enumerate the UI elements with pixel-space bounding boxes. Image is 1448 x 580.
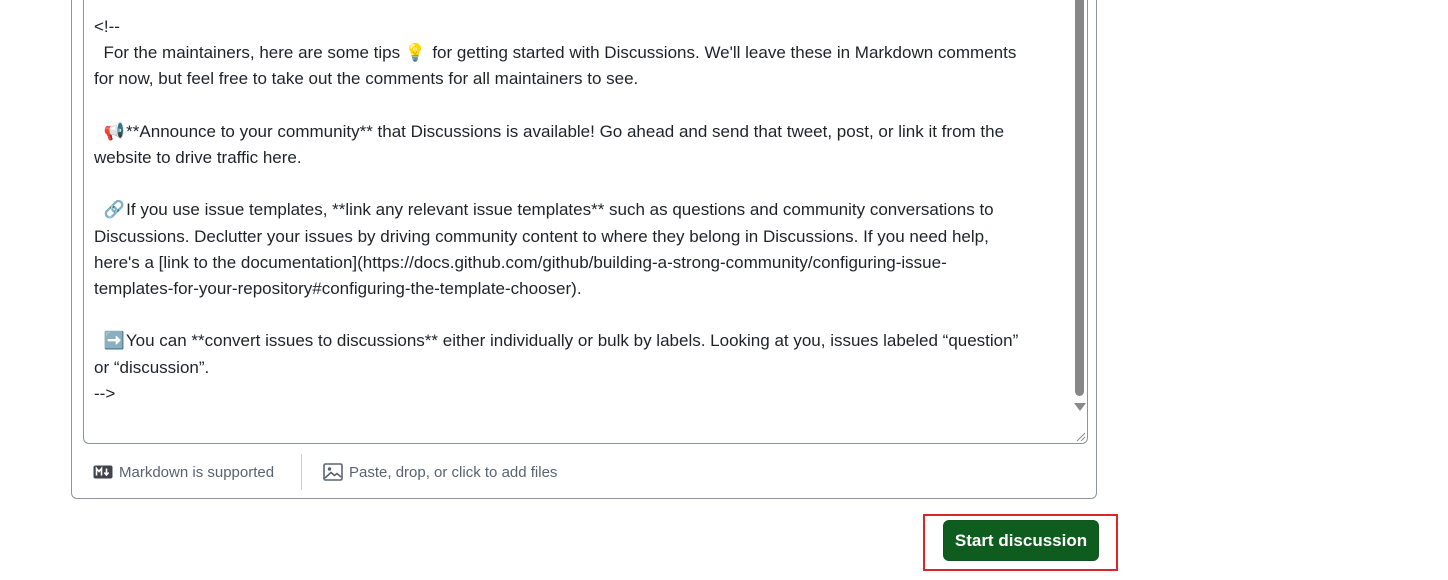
editor-line: --> (94, 381, 1054, 407)
editor-line-text: <!-- (94, 17, 120, 36)
add-files-button[interactable]: Paste, drop, or click to add files (323, 454, 557, 490)
editor-line-text: for now, but feel free to take out the c… (94, 69, 639, 89)
editor-line: For the maintainers, here are some tips … (94, 40, 1054, 66)
editor-line: or “discussion”. (94, 355, 1054, 381)
editor-line-text: Discussions. Declutter your issues by dr… (94, 226, 989, 246)
editor-line (94, 93, 1054, 119)
editor-line-text: If you use issue templates, **link any r… (121, 200, 994, 220)
editor-line-text: or “discussion”. (94, 357, 210, 377)
editor-line-text: --> (94, 383, 116, 403)
editor-line (94, 171, 1054, 197)
emoji-icon: 🔗 (103, 200, 125, 220)
emoji-icon: ➡️ (103, 331, 125, 351)
editor-line: ➡️ You can **convert issues to discussio… (94, 328, 1054, 354)
editor-line: 🔗 If you use issue templates, **link any… (94, 197, 1054, 223)
editor-line: website to drive traffic here. (94, 145, 1054, 171)
editor-text: <!-- For the maintainers, here are some … (94, 14, 1054, 407)
editor-line-text: for getting started with Discussions. We… (422, 43, 1017, 63)
editor-line-text: You can **convert issues to discussions*… (121, 331, 1019, 351)
editor-line: for now, but feel free to take out the c… (94, 66, 1054, 92)
editor-line: templates-for-your-repository#configurin… (94, 276, 1054, 302)
editor-footer: Markdown is supported Paste, drop, or cl… (72, 444, 1096, 499)
editor-line (94, 302, 1054, 328)
editor-line: here's a [link to the documentation](htt… (94, 250, 1054, 276)
add-files-label: Paste, drop, or click to add files (349, 463, 558, 481)
editor-line: 📢 **Announce to your community** that Di… (94, 119, 1054, 145)
markdown-icon (93, 465, 113, 479)
editor-line: <!-- (94, 14, 1054, 40)
editor-line-text: templates-for-your-repository#configurin… (94, 279, 582, 298)
start-discussion-button[interactable]: Start discussion (943, 520, 1099, 561)
footer-divider (301, 454, 302, 490)
discussion-body-textarea[interactable]: <!-- For the maintainers, here are some … (83, 0, 1088, 444)
resize-handle-icon[interactable] (1072, 428, 1086, 442)
editor-line-text: For the maintainers, here are some tips (94, 43, 405, 63)
scrollbar-thumb[interactable] (1075, 0, 1084, 396)
editor-line-text: here's a [link to the documentation](htt… (94, 252, 947, 272)
image-icon (323, 463, 343, 481)
markdown-supported-link[interactable]: Markdown is supported (93, 454, 274, 490)
editor-line-text: **Announce to your community** that Disc… (121, 121, 1005, 141)
scroll-down-arrow-icon[interactable] (1074, 403, 1086, 411)
comment-editor: <!-- For the maintainers, here are some … (71, 0, 1097, 499)
editor-line-text: website to drive traffic here. (94, 148, 302, 167)
emoji-icon: 📢 (103, 121, 125, 141)
editor-line: Discussions. Declutter your issues by dr… (94, 224, 1054, 250)
lightbulb-icon: 💡 (404, 43, 427, 63)
markdown-supported-label: Markdown is supported (119, 463, 275, 481)
editor-scrollbar[interactable] (1073, 0, 1086, 411)
